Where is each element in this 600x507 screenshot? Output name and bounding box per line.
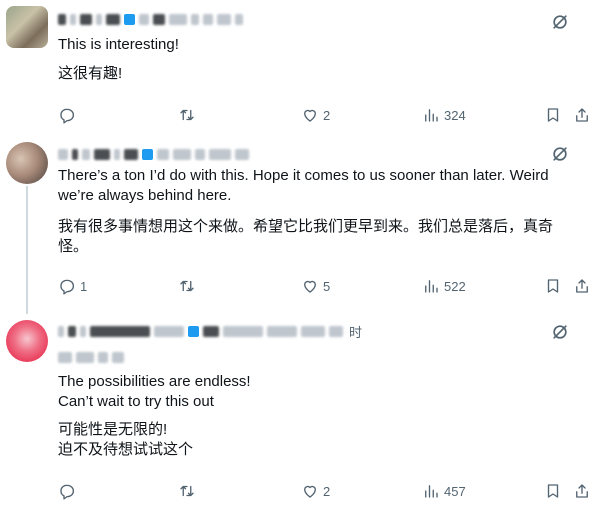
reply-button[interactable] [58, 106, 80, 124]
verified-badge [142, 148, 153, 160]
views-icon [425, 485, 438, 498]
timestamp-suffix: 时 [349, 324, 363, 340]
retweet-icon [180, 485, 194, 497]
reply-text-en: The possibilities are endless! Can’t wai… [58, 373, 251, 410]
likes-count: 2 [323, 483, 331, 499]
reply-text-en: There’s a ton I’d do with this. Hope it … [58, 167, 549, 204]
action-bar: 1 5 522 [58, 277, 598, 297]
reply-text-zh: 这很有趣! [58, 65, 123, 82]
user-handle[interactable] [58, 348, 124, 366]
share-icon [576, 484, 588, 498]
verified-badge [188, 325, 199, 337]
like-button[interactable]: 2 [301, 106, 330, 124]
reply-2[interactable]: There’s a ton I’d do with this. Hope it … [0, 134, 600, 306]
share-button[interactable] [573, 277, 591, 295]
views-count: 324 [444, 107, 466, 123]
reply-icon [60, 484, 75, 500]
avatar[interactable] [6, 6, 48, 48]
bookmark-button[interactable] [544, 482, 562, 500]
views-button[interactable]: 457 [422, 482, 466, 500]
retweet-button[interactable] [178, 106, 200, 124]
replies-count: 1 [80, 278, 88, 294]
grok-icon[interactable] [550, 12, 570, 32]
retweet-icon [180, 280, 194, 292]
retweet-button[interactable] [178, 482, 200, 500]
share-icon [576, 279, 588, 293]
reply-text-en: This is interesting! [58, 36, 179, 53]
user-meta[interactable]: 时 [58, 322, 362, 340]
reply-icon [60, 279, 75, 295]
likes-count: 5 [323, 278, 331, 294]
reply-button[interactable] [58, 482, 80, 500]
grok-icon[interactable] [550, 144, 570, 164]
heart-icon [304, 280, 316, 293]
reply-text-zh: 可能性是无限的! 迫不及待想试试这个 [58, 421, 194, 458]
bookmark-button[interactable] [544, 106, 562, 124]
retweet-icon [180, 109, 194, 121]
views-count: 522 [444, 278, 466, 294]
action-bar: 2 457 [58, 482, 598, 502]
action-bar: 2 324 [58, 106, 598, 126]
avatar[interactable] [6, 320, 48, 362]
views-icon [425, 109, 438, 122]
like-button[interactable]: 2 [301, 482, 330, 500]
share-button[interactable] [573, 482, 591, 500]
views-count: 457 [444, 483, 466, 499]
share-button[interactable] [573, 106, 591, 124]
retweet-button[interactable] [178, 277, 200, 295]
reply-icon [60, 108, 75, 124]
reply-text-zh: 我有很多事情想用这个来做。希望它比我们更早到来。我们总是落后，真奇 怪。 [58, 218, 554, 255]
heart-icon [304, 485, 316, 498]
user-meta[interactable] [58, 145, 249, 163]
bookmark-icon [547, 108, 559, 122]
reply-3[interactable]: 时 The possibilities are endless! Can’t w… [0, 312, 600, 507]
user-meta[interactable] [58, 10, 243, 28]
bookmark-icon [547, 279, 559, 293]
views-button[interactable]: 522 [422, 277, 466, 295]
reply-button[interactable]: 1 [58, 277, 87, 295]
views-icon [425, 280, 438, 293]
bookmark-button[interactable] [544, 277, 562, 295]
share-icon [576, 108, 588, 122]
heart-icon [304, 109, 316, 122]
reply-1[interactable]: This is interesting! 这很有趣! 2 324 [0, 0, 600, 130]
avatar[interactable] [6, 142, 48, 184]
likes-count: 2 [323, 107, 331, 123]
verified-badge [124, 13, 135, 25]
like-button[interactable]: 5 [301, 277, 330, 295]
bookmark-icon [547, 484, 559, 498]
views-button[interactable]: 324 [422, 106, 466, 124]
grok-icon[interactable] [550, 322, 570, 342]
